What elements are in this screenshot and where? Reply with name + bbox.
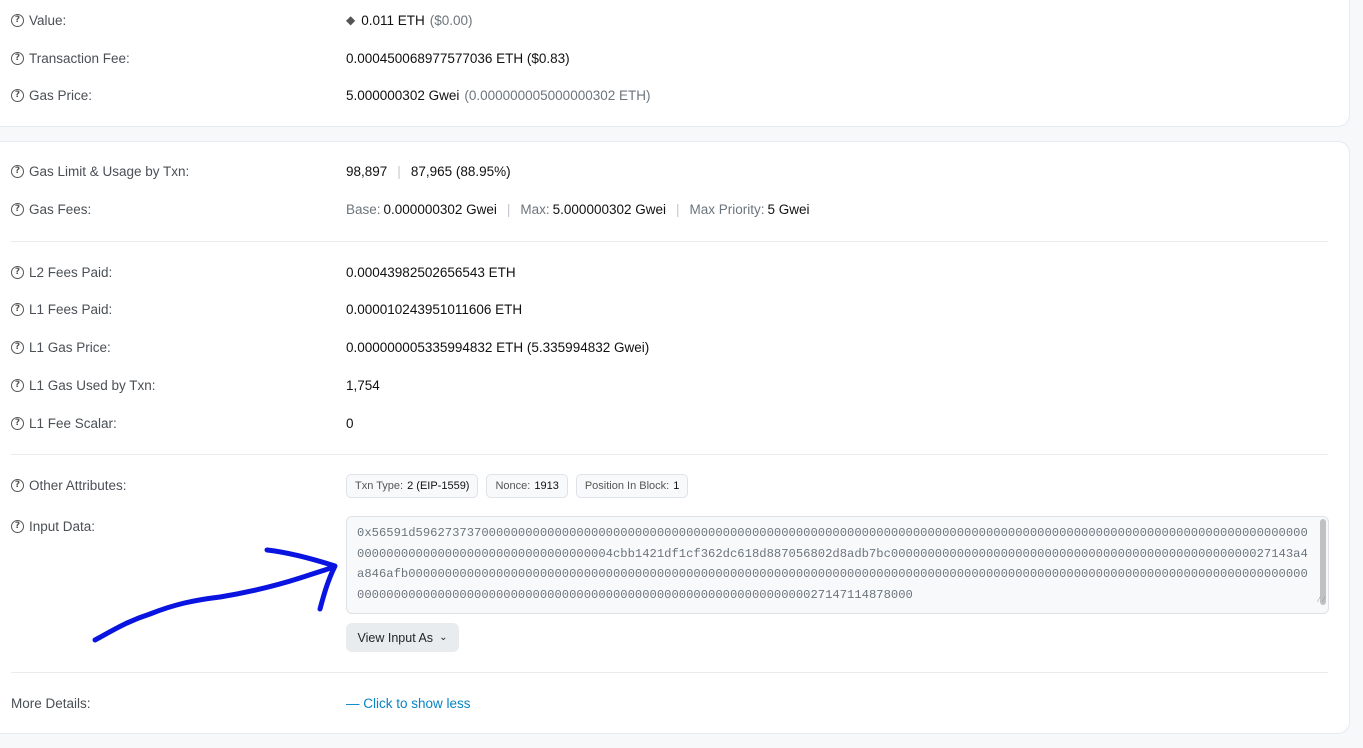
- annotation-arrow-icon: [92, 547, 338, 643]
- arrow-shaft: [92, 564, 337, 643]
